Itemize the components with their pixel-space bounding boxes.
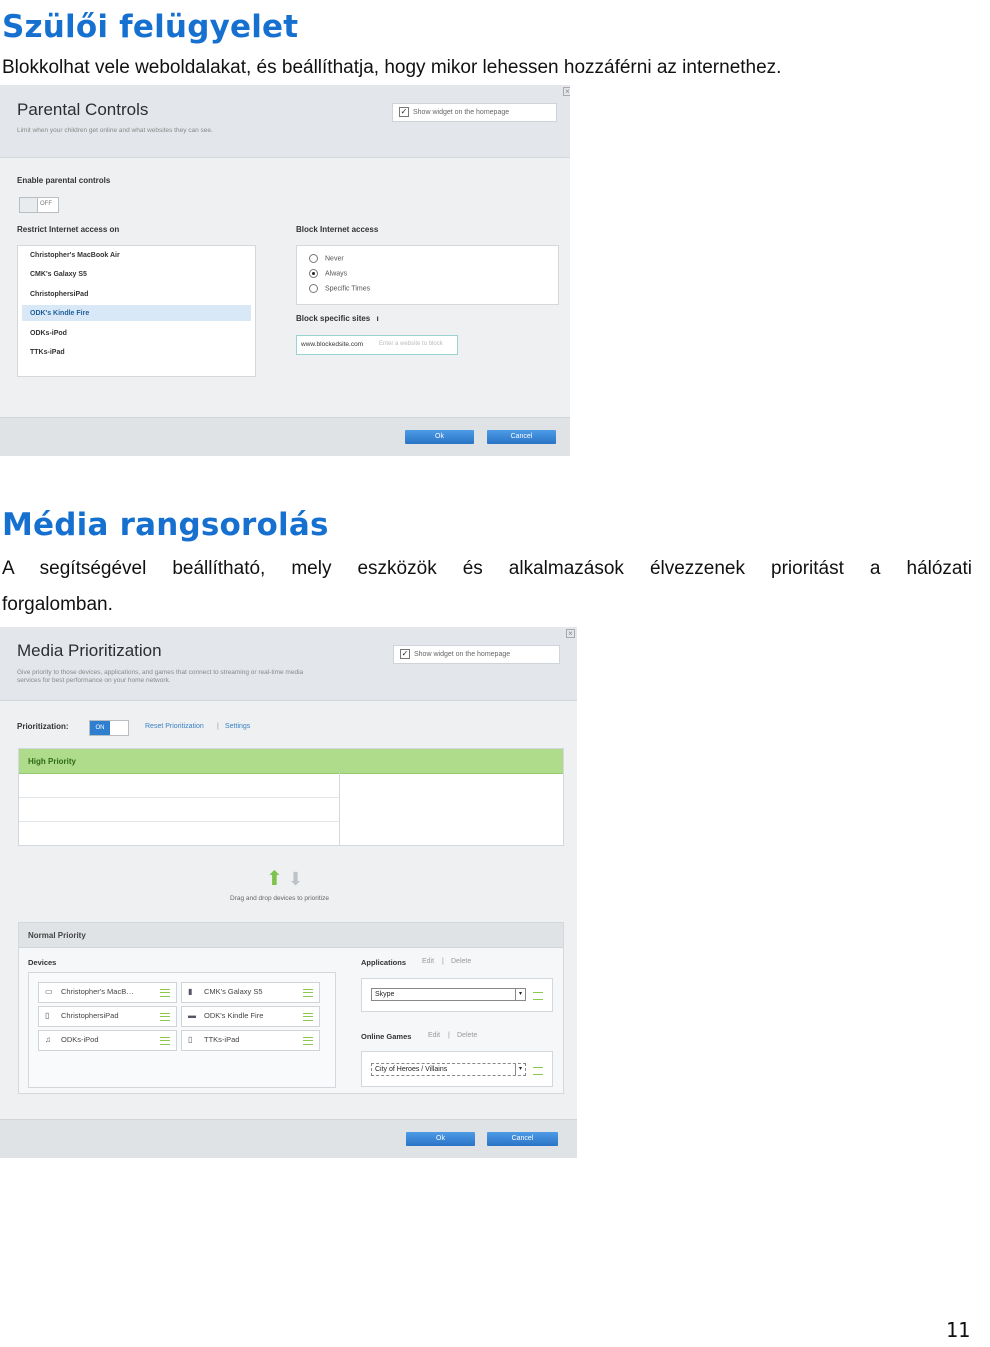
phone-icon: ▮ bbox=[188, 987, 193, 996]
panel-header bbox=[0, 627, 577, 701]
site-value: www.blockedsite.com bbox=[301, 341, 364, 348]
normal-priority-label: Normal Priority bbox=[28, 931, 86, 940]
radio-always[interactable]: Always bbox=[309, 269, 347, 278]
reset-prioritization-link[interactable]: Reset Prioritization bbox=[145, 723, 204, 730]
media-prioritization-screenshot: Media Prioritization Give priority to th… bbox=[0, 627, 577, 1158]
drag-handle-icon[interactable] bbox=[533, 1067, 543, 1075]
widget-label: Show widget on the homepage bbox=[413, 109, 510, 116]
online-games-label: Online Games bbox=[361, 1032, 412, 1041]
applications-edit-link[interactable]: Edit bbox=[422, 958, 434, 965]
radio-specific-times[interactable]: Specific Times bbox=[309, 284, 370, 293]
site-input[interactable]: www.blockedsite.com Enter a website to b… bbox=[296, 335, 458, 355]
ok-button[interactable]: Ok bbox=[405, 430, 474, 444]
device-item[interactable]: ODKs-iPod bbox=[30, 330, 67, 337]
device-item-selected[interactable]: ODK's Kindle Fire bbox=[30, 310, 89, 317]
arrow-down-icon: ⬇ bbox=[288, 869, 304, 889]
show-widget-checkbox[interactable]: ✓ Show widget on the homepage bbox=[392, 103, 557, 122]
normal-priority-header: Normal Priority bbox=[19, 923, 563, 948]
section-description-media-line1: A segítségével beállítható, mely eszközö… bbox=[2, 558, 972, 579]
device-tile[interactable]: ▭ Christopher's MacB… bbox=[38, 982, 177, 1003]
panel-subtitle-line2: services for best performance on your ho… bbox=[17, 677, 171, 684]
device-item[interactable]: Christopher's MacBook Air bbox=[30, 252, 120, 259]
panel-footer: Ok Cancel bbox=[0, 1119, 577, 1158]
device-tile[interactable]: ▯ TTKs-iPad bbox=[181, 1030, 320, 1051]
section-title-parental: Szülői felügyelet bbox=[2, 9, 299, 45]
ipod-icon: ♫ bbox=[45, 1035, 51, 1044]
panel-subtitle-line1: Give priority to those devices, applicat… bbox=[17, 669, 304, 676]
restrict-label: Restrict Internet access on bbox=[17, 225, 120, 234]
cancel-button[interactable]: Cancel bbox=[487, 1132, 558, 1146]
radio-never[interactable]: Never bbox=[309, 254, 344, 263]
widget-label: Show widget on the homepage bbox=[414, 651, 511, 658]
drag-handle-icon[interactable] bbox=[160, 1037, 170, 1045]
device-item[interactable]: CMK's Galaxy S5 bbox=[30, 271, 87, 278]
drag-hint: Drag and drop devices to prioritize bbox=[230, 895, 329, 902]
panel-title: Media Prioritization bbox=[17, 641, 162, 660]
close-icon[interactable]: × bbox=[566, 629, 575, 638]
applications-box: Skype ▾ bbox=[361, 978, 553, 1012]
game-select[interactable]: City of Heroes / Villains ▾ bbox=[371, 1063, 526, 1076]
block-sites-label: Block specific sites ı bbox=[296, 314, 379, 323]
high-priority-box: High Priority bbox=[18, 748, 564, 846]
normal-priority-box: Normal Priority Devices ▭ Christopher's M… bbox=[18, 922, 564, 1094]
tablet-icon: ▯ bbox=[45, 1011, 50, 1020]
device-tile[interactable]: ▮ CMK's Galaxy S5 bbox=[181, 982, 320, 1003]
parental-controls-screenshot: Parental Controls Limit when your childr… bbox=[0, 85, 570, 456]
check-icon: ✓ bbox=[399, 107, 409, 118]
high-priority-header: High Priority bbox=[19, 749, 563, 774]
devices-area: ▭ Christopher's MacB… ▮ CMK's Galaxy S5 ▯ C… bbox=[28, 972, 336, 1088]
device-item[interactable]: TTKs-iPad bbox=[30, 349, 65, 356]
link-separator: | bbox=[217, 723, 219, 730]
drag-handle-icon[interactable] bbox=[303, 1013, 313, 1021]
devices-label: Devices bbox=[28, 958, 57, 967]
toggle-state: OFF bbox=[40, 201, 52, 207]
application-select[interactable]: Skype ▾ bbox=[371, 988, 526, 1001]
drag-handle-icon[interactable] bbox=[303, 1037, 313, 1045]
device-item[interactable]: ChristophersiPad bbox=[30, 291, 88, 298]
section-description-media-line2: forgalomban. bbox=[2, 594, 113, 615]
laptop-icon: ▭ bbox=[45, 987, 53, 996]
close-icon[interactable]: × bbox=[563, 87, 570, 96]
block-access-label: Block Internet access bbox=[296, 225, 379, 234]
device-tile[interactable]: ♫ ODKs-iPod bbox=[38, 1030, 177, 1051]
show-widget-checkbox[interactable]: ✓ Show widget on the homepage bbox=[393, 645, 560, 664]
ok-button[interactable]: Ok bbox=[406, 1132, 475, 1146]
page-number: 11 bbox=[945, 1318, 970, 1342]
device-list: Christopher's MacBook Air CMK's Galaxy S… bbox=[17, 245, 256, 377]
drag-handle-icon[interactable] bbox=[303, 989, 313, 997]
tablet-icon: ▯ bbox=[188, 1035, 193, 1044]
panel-subtitle: Limit when your children get online and … bbox=[17, 127, 213, 134]
section-title-media: Média rangsorolás bbox=[2, 507, 329, 543]
panel-title: Parental Controls bbox=[17, 100, 149, 119]
toggle-state: ON bbox=[90, 721, 110, 735]
games-delete-link[interactable]: Delete bbox=[457, 1032, 477, 1039]
prioritization-toggle[interactable]: ON bbox=[89, 720, 129, 736]
panel-footer: Ok Cancel bbox=[0, 417, 570, 456]
arrow-up-icon: ⬆ bbox=[266, 868, 283, 890]
section-description-parental: Blokkolhat vele weboldalakat, és beállít… bbox=[2, 57, 782, 78]
online-games-box: City of Heroes / Villains ▾ bbox=[361, 1051, 553, 1087]
cancel-button[interactable]: Cancel bbox=[487, 430, 556, 444]
device-tile[interactable]: ▯ ChristophersiPad bbox=[38, 1006, 177, 1027]
drag-handle-icon[interactable] bbox=[160, 989, 170, 997]
applications-delete-link[interactable]: Delete bbox=[451, 958, 471, 965]
info-icon: ı bbox=[376, 314, 379, 323]
games-edit-link[interactable]: Edit bbox=[428, 1032, 440, 1039]
device-tile[interactable]: ▬ ODK's Kindle Fire bbox=[181, 1006, 320, 1027]
site-placeholder: Enter a website to block bbox=[379, 341, 443, 347]
applications-label: Applications bbox=[361, 958, 407, 967]
prioritization-label: Prioritization: bbox=[17, 722, 69, 731]
chevron-down-icon: ▾ bbox=[515, 989, 525, 1000]
drag-handle-icon[interactable] bbox=[533, 992, 543, 1000]
high-priority-label: High Priority bbox=[28, 757, 77, 766]
drag-handle-icon[interactable] bbox=[160, 1013, 170, 1021]
check-icon: ✓ bbox=[400, 649, 410, 660]
block-options-box: Never Always Specific Times bbox=[296, 245, 559, 305]
kindle-icon: ▬ bbox=[188, 1011, 196, 1020]
chevron-down-icon: ▾ bbox=[515, 1064, 525, 1075]
settings-link[interactable]: Settings bbox=[225, 723, 250, 730]
enable-label: Enable parental controls bbox=[17, 176, 111, 185]
parental-toggle[interactable]: OFF bbox=[19, 197, 59, 213]
